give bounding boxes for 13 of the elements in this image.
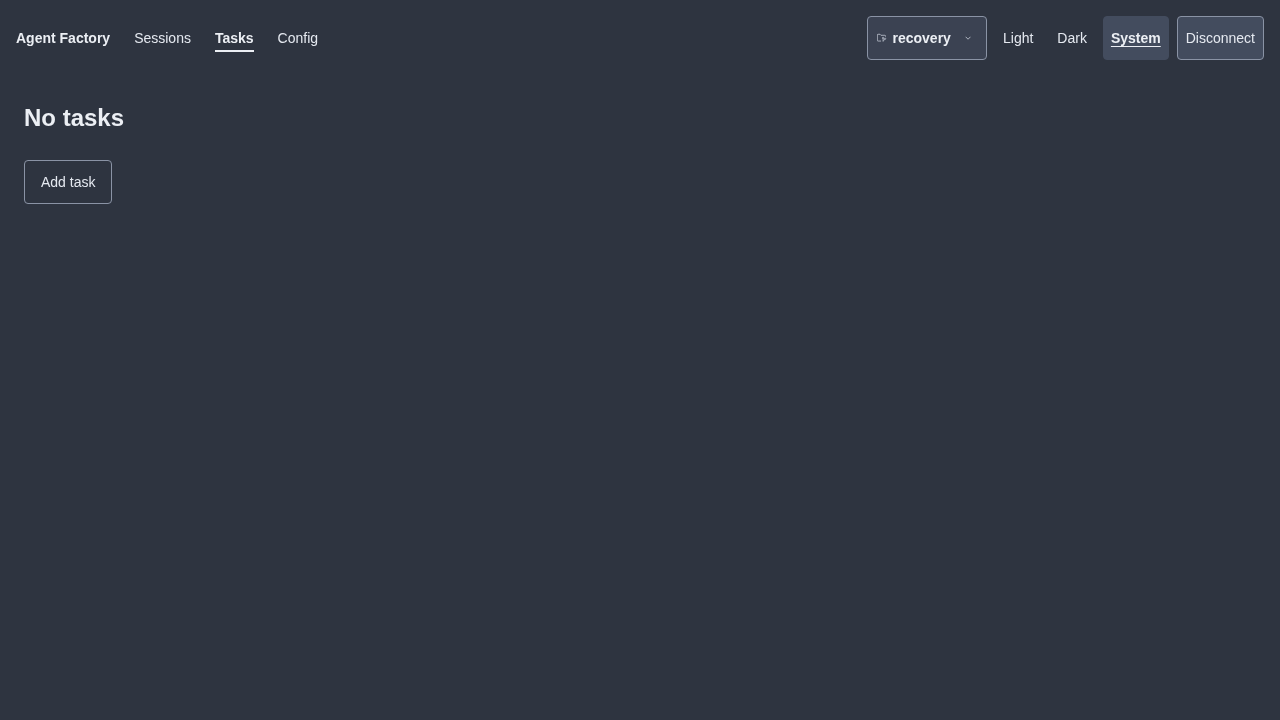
workspace-dropdown[interactable]: recovery [867, 16, 987, 60]
disconnect-button[interactable]: Disconnect [1176, 16, 1264, 60]
folder-icon [877, 32, 887, 44]
theme-option[interactable]: Light [995, 16, 1042, 60]
app-title: Agent Factory [16, 30, 111, 46]
empty-heading: No tasks [24, 104, 125, 132]
theme-option[interactable]: System [1102, 16, 1169, 60]
theme-option[interactable]: Dark [1049, 16, 1095, 60]
nav-tab[interactable]: Tasks [214, 24, 254, 52]
nav-tab[interactable]: Config [277, 24, 319, 52]
chevron-down-icon [964, 35, 971, 41]
nav-tab[interactable]: Sessions [134, 24, 191, 52]
add-task-button[interactable]: Add task [24, 160, 113, 204]
